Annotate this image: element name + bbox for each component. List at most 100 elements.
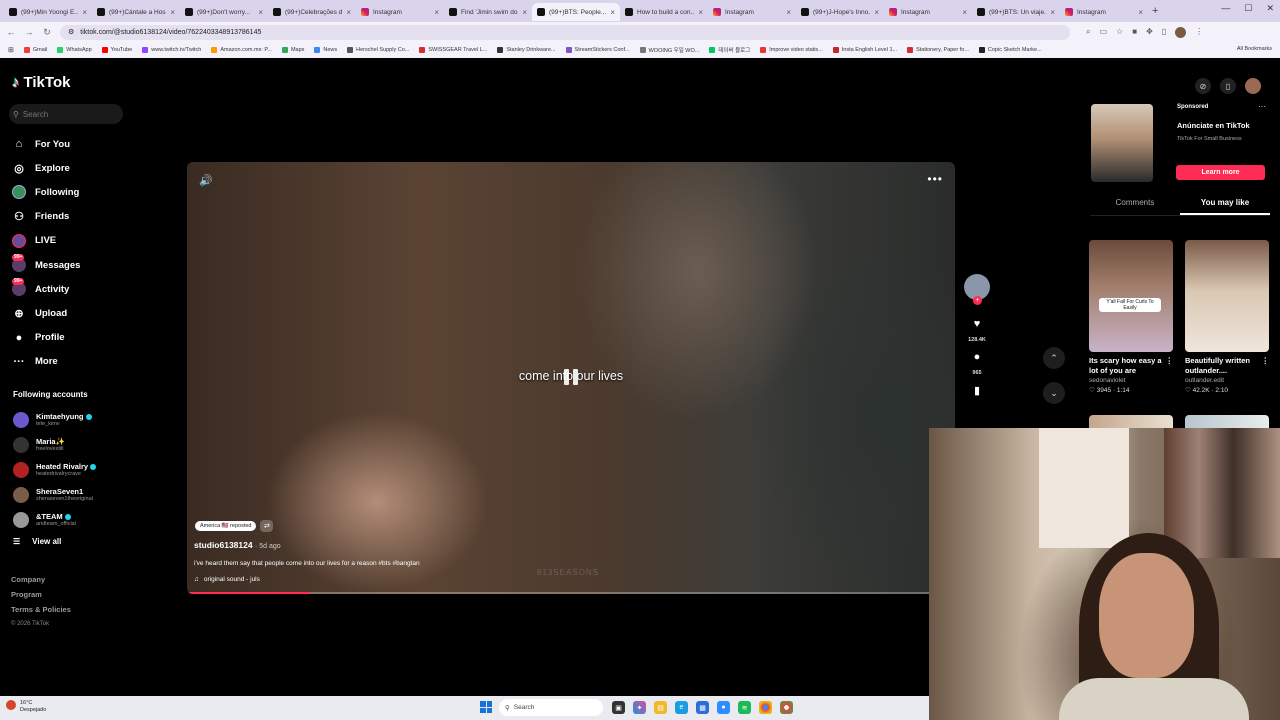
repost-icon[interactable]: ⇄	[260, 520, 274, 532]
suggested-user[interactable]: outlander.edit	[1185, 377, 1269, 384]
bookmark-item[interactable]: Stationery, Paper fo...	[907, 46, 969, 54]
footer-company[interactable]: Company	[11, 573, 71, 588]
tab-close-icon[interactable]: ×	[610, 8, 615, 17]
new-tab-button[interactable]: +	[1152, 5, 1158, 17]
maximize-icon[interactable]: ☐	[1244, 3, 1252, 14]
tab-close-icon[interactable]: ×	[82, 8, 87, 17]
nav-item-live[interactable]: LIVE	[12, 229, 162, 253]
zoom-app-icon[interactable]: ●	[717, 701, 730, 714]
forward-icon[interactable]: →	[24, 27, 34, 37]
bookmark-item[interactable]: Stanley Drinkware...	[497, 46, 556, 54]
follow-plus-icon[interactable]: +	[973, 296, 982, 305]
browser-tab[interactable]: Instagram ×	[1060, 3, 1148, 21]
nav-item-friends[interactable]: ⚇ Friends	[12, 205, 162, 229]
bookmark-item[interactable]: Herschel Supply Co...	[347, 46, 409, 54]
nav-item-activity[interactable]: Activity 99+	[12, 277, 162, 301]
pause-icon[interactable]	[560, 366, 582, 388]
comment-icon[interactable]: ●	[967, 347, 987, 367]
chrome-icon[interactable]	[759, 701, 772, 714]
task-view-icon[interactable]: ▣	[612, 701, 625, 714]
reposted-badge[interactable]: America 🇺🇸 reposted	[195, 521, 257, 531]
tiktok-logo[interactable]: ♪ TikTok	[12, 74, 70, 91]
puzzle-icon[interactable]: ✥	[1146, 27, 1153, 38]
suggested-user[interactable]: sedonaviolet	[1089, 377, 1173, 384]
following-account[interactable]: Heated Rivalry heatedrivalrycrave	[13, 457, 163, 482]
bookmark-item[interactable]: WOOING 우일 WO...	[639, 46, 699, 54]
like-icon[interactable]: ♥	[967, 314, 987, 334]
bookmark-item[interactable]: Insta English Level 1...	[832, 46, 897, 54]
video-progress-bar[interactable]	[187, 592, 955, 594]
view-all-button[interactable]: ☰ View all	[13, 537, 61, 546]
cast-icon[interactable]: ▭	[1099, 27, 1107, 38]
nav-item-profile[interactable]: ● Profile	[12, 326, 162, 350]
browser-tab[interactable]: Instagram ×	[884, 3, 972, 21]
ad-more-icon[interactable]: ⋯	[1258, 102, 1266, 111]
nav-item-upload[interactable]: ⊕ Upload	[12, 301, 162, 325]
learn-more-button[interactable]: Learn more	[1176, 165, 1265, 180]
tab-close-icon[interactable]: ×	[1138, 8, 1143, 17]
footer-terms[interactable]: Terms & Policies	[11, 603, 71, 618]
apps-grid-icon[interactable]: ⊞	[8, 46, 14, 54]
close-window-icon[interactable]: ✕	[1266, 3, 1274, 14]
tab-close-icon[interactable]: ×	[522, 8, 527, 17]
video-sound[interactable]: ♫ original sound - juls	[194, 576, 260, 583]
browser-tab[interactable]: (99+)Don't worry... ×	[180, 3, 268, 21]
video-author[interactable]: studio6138124	[194, 540, 253, 550]
edge-icon[interactable]: e	[675, 701, 688, 714]
browser-tab[interactable]: (99+)BTS: People... ×	[532, 3, 620, 21]
bookmark-item[interactable]: SWISSGEAR Travel L...	[419, 46, 487, 54]
windows-start-icon[interactable]	[480, 701, 492, 713]
bookmark-item[interactable]: StreamStickers Conf...	[565, 46, 630, 54]
user-avatar[interactable]	[1245, 78, 1261, 94]
tab-you-may-like[interactable]: You may like	[1180, 198, 1270, 215]
nav-item-messages[interactable]: Messages 99+	[12, 253, 162, 277]
nav-item-following[interactable]: Following	[12, 180, 162, 204]
tab-close-icon[interactable]: ×	[346, 8, 351, 17]
sidebar-icon[interactable]: ▯	[1162, 27, 1166, 38]
bookmark-star-icon[interactable]: ☆	[1116, 27, 1123, 38]
chrome-alt-icon[interactable]	[780, 701, 793, 714]
bookmark-item[interactable]: News	[314, 46, 337, 54]
bookmark-item[interactable]: www.twitch.tv/Twitch	[142, 46, 201, 54]
bookmark-item[interactable]: WhatsApp	[57, 46, 92, 54]
browser-tab[interactable]: How to build a con... ×	[620, 3, 708, 21]
bookmark-item[interactable]: Improve video statis...	[760, 46, 823, 54]
browser-tab[interactable]: (99+)J-Hope's Inno... ×	[796, 3, 884, 21]
chrome-menu-icon[interactable]: ⋮	[1195, 27, 1203, 38]
browser-tab[interactable]: (99+)Celebrações d... ×	[268, 3, 356, 21]
search-input[interactable]	[22, 109, 113, 119]
nav-item-more[interactable]: ··· More	[12, 350, 162, 374]
next-video-icon[interactable]: ⌄	[1043, 382, 1065, 404]
browser-tab[interactable]: Instagram ×	[356, 3, 444, 21]
video-player[interactable]: 🔊 ••• come into our lives America 🇺🇸 rep…	[187, 162, 955, 594]
ad-thumbnail[interactable]	[1091, 104, 1153, 182]
suggested-thumbnail[interactable]	[1185, 240, 1269, 352]
following-account[interactable]: Kimtaehyung tete_kimv	[13, 407, 163, 432]
all-bookmarks[interactable]: All Bookmarks	[1237, 46, 1272, 52]
browser-tab[interactable]: (99+)Min Yoongi E... ×	[4, 3, 92, 21]
volume-icon[interactable]: 🔊	[199, 174, 213, 187]
more-options-icon[interactable]: •••	[927, 172, 943, 186]
nav-item-explore[interactable]: ◎ Explore	[12, 156, 162, 180]
suggested-thumbnail-partial[interactable]	[1089, 415, 1173, 429]
tab-close-icon[interactable]: ×	[170, 8, 175, 17]
reload-icon[interactable]: ↻	[42, 27, 52, 38]
tab-close-icon[interactable]: ×	[434, 8, 439, 17]
previous-video-icon[interactable]: ⌃	[1043, 347, 1065, 369]
zoom-icon[interactable]: ⌕	[1086, 27, 1090, 38]
tab-close-icon[interactable]: ×	[786, 8, 791, 17]
bookmark-icon[interactable]: ▮	[967, 380, 987, 400]
suggested-thumbnail-partial[interactable]	[1185, 415, 1269, 429]
bookmark-item[interactable]: Copic Sketch Marke...	[978, 46, 1042, 54]
browser-tab[interactable]: (99+)BTS: Un viaje... ×	[972, 3, 1060, 21]
nav-item-for-you[interactable]: ⌂ For You	[12, 132, 162, 156]
tab-close-icon[interactable]: ×	[698, 8, 703, 17]
device-icon[interactable]: ▯	[1220, 78, 1236, 94]
file-explorer-icon[interactable]: ▤	[654, 701, 667, 714]
spotify-icon[interactable]: ≋	[738, 701, 751, 714]
suggested-thumbnail[interactable]: Y'all Fall For Curls To Easily	[1089, 240, 1173, 352]
bookmark-item[interactable]: Amazon.com.mx: P...	[211, 46, 272, 54]
creator-avatar[interactable]: +	[964, 274, 990, 305]
address-bar[interactable]: ⚙ tiktok.com/@studio6138124/video/762240…	[60, 24, 1070, 40]
card-more-icon[interactable]: ⋮	[1166, 356, 1174, 376]
